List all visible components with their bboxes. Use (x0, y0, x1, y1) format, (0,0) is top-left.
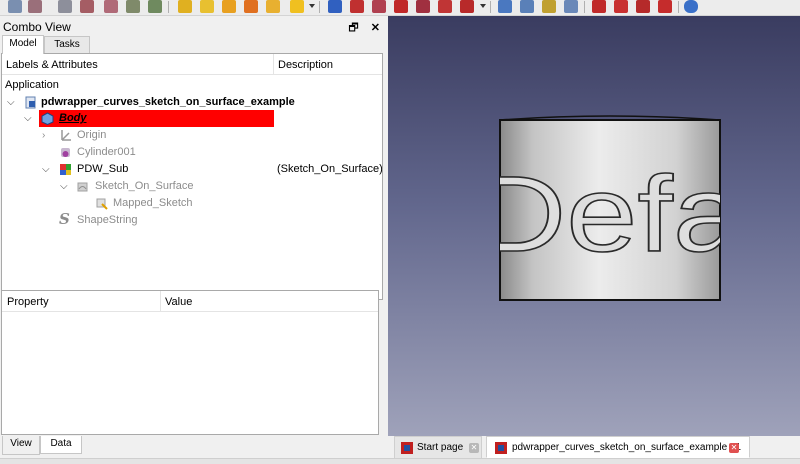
close-icon[interactable]: ✕ (729, 443, 739, 453)
toolbar-button-pattern-2-icon[interactable] (520, 0, 534, 13)
column-header-property[interactable]: Property (7, 296, 49, 308)
tree-root-label: Application (5, 79, 59, 91)
tab-tasks[interactable]: Tasks (44, 36, 90, 54)
toolbar-button-part-4-icon[interactable] (244, 0, 258, 13)
toolbar-button-view-6-icon[interactable] (126, 0, 140, 13)
status-bar (0, 458, 800, 464)
toolbar-separator (319, 1, 320, 13)
toolbar-button-dress-4-icon[interactable] (658, 0, 672, 13)
chevron-down-icon[interactable]: ⌵ (7, 94, 15, 111)
panel-title: Combo View (3, 20, 71, 34)
toolbar-button-part-3-icon[interactable] (222, 0, 236, 13)
tab-label: Start page (417, 442, 464, 453)
tab-label: pdwrapper_curves_sketch_on_surface_examp… (512, 442, 742, 453)
toolbar-button-part-1-icon[interactable] (178, 0, 192, 13)
freecad-icon (495, 442, 507, 454)
toolbar-separator (490, 1, 491, 13)
toolbar-separator (168, 1, 169, 13)
main-toolbar (0, 0, 800, 16)
chevron-down-icon[interactable]: ⌵ (24, 110, 32, 127)
3d-model: Defa (474, 115, 745, 301)
toolbar-separator (584, 1, 585, 13)
toolbar-button-pd-1-icon[interactable] (328, 0, 342, 13)
toolbar-button-pd-7-icon[interactable] (460, 0, 474, 13)
tree-item-body[interactable]: ⌵ Body (2, 110, 274, 127)
toolbar-button-pd-6-icon[interactable] (438, 0, 452, 13)
mapped-sketch-icon (96, 198, 108, 210)
tree-item-label: Body (59, 112, 87, 124)
tree-item-label: PDW_Sub (77, 163, 129, 175)
tree-item-label: Sketch_On_Surface (95, 180, 194, 192)
undock-icon[interactable]: 🗗 (348, 22, 358, 34)
toolbar-separator (678, 1, 679, 13)
tree-item-document[interactable]: ⌵ pdwrapper_curves_sketch_on_surface_exa… (2, 94, 295, 111)
origin-icon (61, 130, 71, 141)
tree-item-label: Cylinder001 (77, 146, 136, 158)
close-icon[interactable]: ✕ (469, 443, 479, 453)
column-header-labels[interactable]: Labels & Attributes (6, 59, 98, 71)
freecad-icon (401, 442, 413, 454)
tree-item-label: pdwrapper_curves_sketch_on_surface_examp… (41, 96, 295, 108)
tree-root: Application (5, 77, 59, 94)
toolbar-button-pd-5-icon[interactable] (416, 0, 430, 13)
toolbar-button-view-5-icon[interactable] (104, 0, 118, 13)
document-tab-bar: Start page ✕ pdwrapper_curves_sketch_on_… (388, 436, 800, 458)
column-header-value[interactable]: Value (165, 296, 192, 308)
chevron-down-icon[interactable]: ⌵ (60, 178, 68, 195)
combo-view-panel: Combo View 🗗 ✕ Model Tasks Labels & Attr… (0, 16, 388, 458)
tree-item-label: Origin (77, 129, 107, 141)
model-tree[interactable]: Labels & Attributes Description Applicat… (1, 53, 383, 300)
chevron-down-icon[interactable]: ⌵ (42, 161, 50, 178)
cylinder-icon (61, 148, 70, 157)
toolbar-button-view-4-icon[interactable] (80, 0, 94, 13)
toolbar-button-pd-2-icon[interactable] (350, 0, 364, 13)
tab-data[interactable]: Data (40, 436, 82, 454)
tree-item-label: ShapeString (77, 214, 138, 226)
toolbar-button-dress-2-icon[interactable] (614, 0, 628, 13)
toolbar-button-pattern-1-icon[interactable] (498, 0, 512, 13)
toolbar-button-dress-3-icon[interactable] (636, 0, 650, 13)
engraved-text: Defa (474, 153, 745, 274)
toolbar-button-pd-4-icon[interactable] (394, 0, 408, 13)
toolbar-button-part-2-icon[interactable] (200, 0, 214, 13)
tab-view[interactable]: View (2, 436, 40, 455)
toolbar-button-boolean-icon[interactable] (684, 0, 698, 13)
tree-item-label: Mapped_Sketch (113, 197, 193, 209)
toolbar-button-view-2-icon[interactable] (28, 0, 42, 13)
toolbar-button-pd-3-icon[interactable] (372, 0, 386, 13)
toolbar-button-part-6-icon[interactable] (290, 0, 304, 13)
tree-header: Labels & Attributes Description (2, 54, 382, 75)
tab-start-page[interactable]: Start page ✕ (394, 436, 482, 458)
sketch-on-surface-icon (77, 182, 88, 192)
property-editor[interactable]: Property Value (1, 290, 379, 435)
chevron-down-icon[interactable] (309, 4, 315, 8)
document-icon (25, 96, 36, 109)
property-header: Property Value (2, 291, 378, 312)
chevron-right-icon[interactable]: › (42, 127, 45, 144)
close-icon[interactable]: ✕ (371, 22, 380, 34)
toolbar-button-view-7-icon[interactable] (148, 0, 162, 13)
shapestring-icon: S (59, 210, 70, 228)
tree-item-pdw-sub[interactable]: ⌵ PDW_Sub (Sketch_On_Surface) (2, 161, 382, 178)
toolbar-button-part-5-icon[interactable] (266, 0, 280, 13)
chevron-down-icon[interactable] (480, 4, 486, 8)
subtractive-feature-icon (60, 164, 71, 175)
column-header-description[interactable]: Description (278, 59, 333, 71)
toolbar-button-pattern-4-icon[interactable] (564, 0, 578, 13)
toolbar-button-view-1-icon[interactable] (8, 0, 22, 13)
toolbar-button-dress-1-icon[interactable] (592, 0, 606, 13)
tab-model[interactable]: Model (2, 35, 44, 54)
tab-document[interactable]: pdwrapper_curves_sketch_on_surface_examp… (486, 436, 750, 458)
body-icon (41, 112, 54, 125)
toolbar-button-pattern-3-icon[interactable] (542, 0, 556, 13)
tree-item-description: (Sketch_On_Surface) (277, 163, 383, 175)
toolbar-button-view-3-icon[interactable] (58, 0, 72, 13)
3d-viewport[interactable]: Defa (388, 16, 800, 436)
